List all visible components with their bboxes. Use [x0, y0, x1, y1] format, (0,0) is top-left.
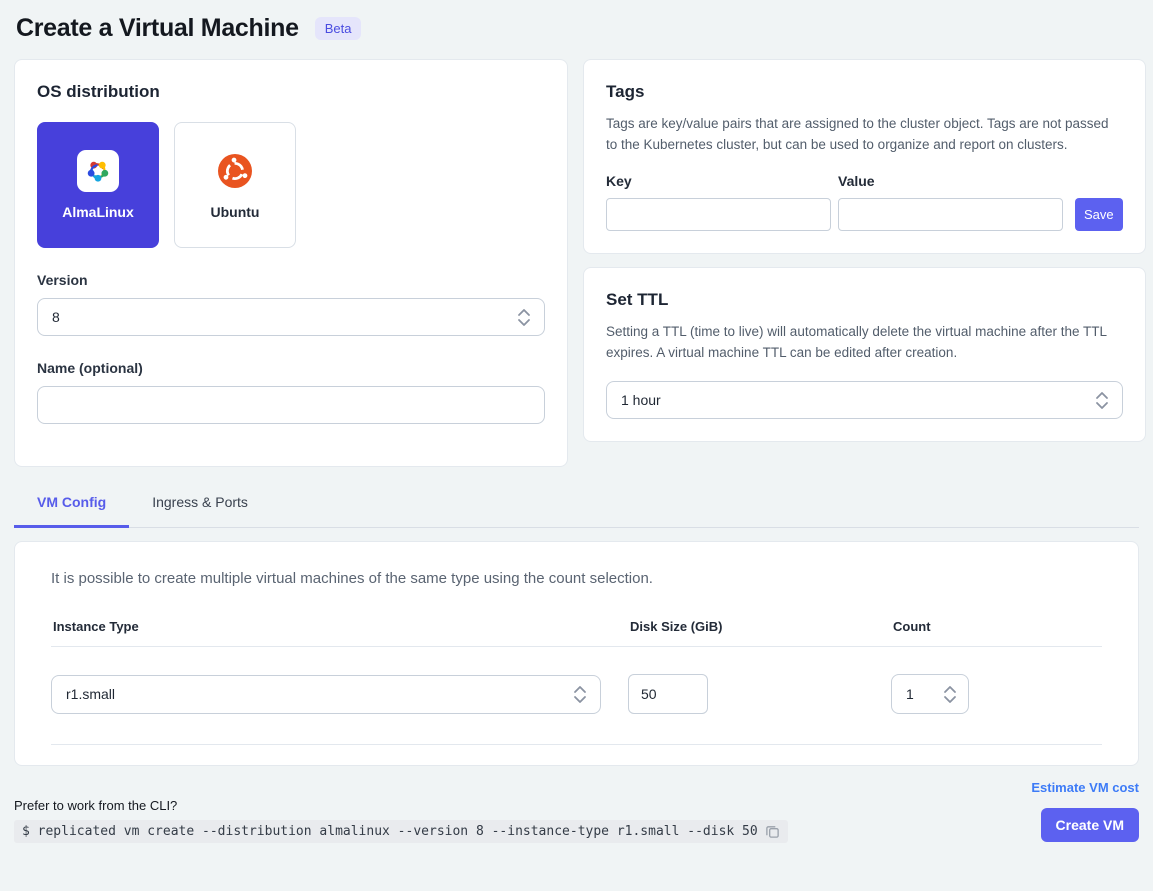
- cli-section: Prefer to work from the CLI? $ replicate…: [14, 780, 1031, 843]
- cli-prompt: Prefer to work from the CLI?: [14, 798, 1031, 813]
- count-stepper[interactable]: 1: [891, 674, 969, 714]
- count-value: 1: [906, 686, 942, 702]
- os-distribution-card: OS distribution: [14, 59, 568, 467]
- os-tile-almalinux[interactable]: AlmaLinux: [37, 122, 159, 248]
- chevron-up-down-icon: [572, 685, 588, 704]
- name-label: Name (optional): [37, 360, 545, 376]
- estimate-vm-cost-link[interactable]: Estimate VM cost: [1031, 780, 1139, 795]
- page-title: Create a Virtual Machine: [16, 14, 299, 43]
- tag-key-label: Key: [606, 173, 831, 189]
- tag-key-input[interactable]: [606, 198, 831, 231]
- tags-form: Key Value Save: [606, 173, 1123, 231]
- version-select[interactable]: 8: [37, 298, 545, 336]
- footer: Prefer to work from the CLI? $ replicate…: [14, 780, 1139, 843]
- tags-card: Tags Tags are key/value pairs that are a…: [583, 59, 1146, 254]
- vm-config-note: It is possible to create multiple virtua…: [51, 570, 1102, 587]
- footer-actions: Estimate VM cost Create VM: [1031, 780, 1139, 842]
- chevron-up-down-icon: [1094, 391, 1110, 410]
- ttl-description: Setting a TTL (time to live) will automa…: [606, 322, 1123, 363]
- instance-type-value: r1.small: [66, 686, 572, 702]
- cli-command: $ replicated vm create --distribution al…: [22, 824, 758, 839]
- copy-icon[interactable]: [765, 824, 780, 839]
- page-header: Create a Virtual Machine Beta: [14, 0, 1139, 59]
- tags-description: Tags are key/value pairs that are assign…: [606, 114, 1123, 155]
- vm-table-row: r1.small 1: [51, 647, 1102, 745]
- page: Create a Virtual Machine Beta OS distrib…: [0, 0, 1153, 843]
- ttl-select[interactable]: 1 hour: [606, 381, 1123, 419]
- os-tile-ubuntu[interactable]: Ubuntu: [174, 122, 296, 248]
- chevron-up-down-icon: [942, 685, 958, 704]
- tag-value-input[interactable]: [838, 198, 1063, 231]
- disk-size-input[interactable]: [628, 674, 708, 714]
- vm-config-card: It is possible to create multiple virtua…: [14, 541, 1139, 766]
- instance-type-select[interactable]: r1.small: [51, 675, 601, 714]
- almalinux-logo-icon: [77, 150, 119, 192]
- os-tile-ubuntu-label: Ubuntu: [211, 204, 260, 220]
- ttl-select-value: 1 hour: [621, 392, 1094, 408]
- ttl-title: Set TTL: [606, 290, 1123, 310]
- save-tag-button[interactable]: Save: [1075, 198, 1123, 231]
- column-header-disk-size: Disk Size (GiB): [630, 619, 893, 634]
- create-vm-button[interactable]: Create VM: [1041, 808, 1139, 842]
- tab-bar: VM Config Ingress & Ports: [14, 494, 1139, 528]
- vm-table-header: Instance Type Disk Size (GiB) Count: [51, 619, 1102, 647]
- top-section: OS distribution: [14, 59, 1139, 467]
- column-header-instance-type: Instance Type: [53, 619, 630, 634]
- right-column: Tags Tags are key/value pairs that are a…: [583, 59, 1146, 467]
- cli-command-box: $ replicated vm create --distribution al…: [14, 820, 788, 843]
- version-label: Version: [37, 272, 545, 288]
- tags-title: Tags: [606, 82, 1123, 102]
- tab-vm-config[interactable]: VM Config: [14, 494, 129, 528]
- version-select-value: 8: [52, 309, 516, 325]
- name-input[interactable]: [37, 386, 545, 424]
- column-header-count: Count: [893, 619, 1102, 634]
- os-distribution-title: OS distribution: [37, 82, 545, 102]
- chevron-up-down-icon: [516, 308, 532, 327]
- beta-badge: Beta: [315, 17, 362, 40]
- tab-ingress-ports[interactable]: Ingress & Ports: [129, 494, 271, 528]
- ttl-card: Set TTL Setting a TTL (time to live) wil…: [583, 267, 1146, 442]
- tag-value-label: Value: [838, 173, 1063, 189]
- ubuntu-logo-icon: [214, 150, 256, 192]
- os-tile-almalinux-label: AlmaLinux: [62, 204, 134, 220]
- os-tiles: AlmaLinux U: [37, 122, 545, 248]
